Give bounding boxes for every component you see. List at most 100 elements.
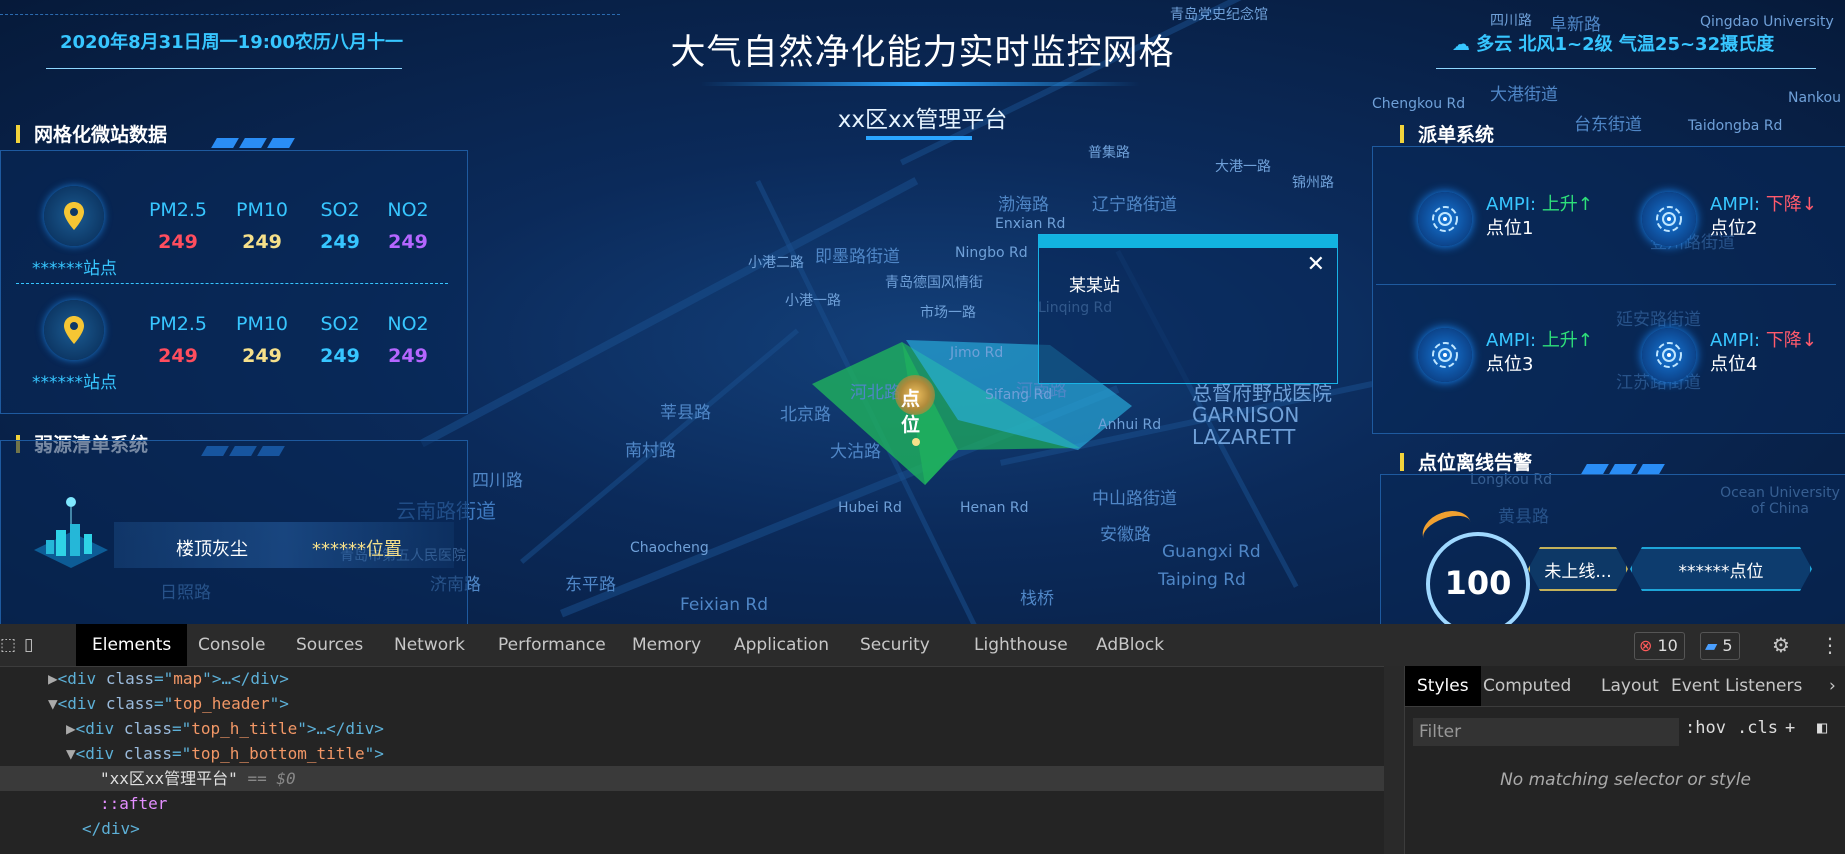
styles-tab-event-listeners[interactable]: Event Listeners — [1671, 666, 1802, 706]
metric-value: 249 — [158, 345, 198, 367]
map-place-label: 栈桥 — [1020, 589, 1054, 609]
location-pin-icon[interactable] — [44, 300, 104, 360]
map-place-label: 青岛德国风情街 — [885, 275, 983, 291]
devtools-tab-lighthouse[interactable]: Lighthouse — [974, 624, 1068, 666]
title-glow — [700, 82, 1140, 86]
weather-info: ☁ 多云 北风1~2级 气温25~32摄氏度 — [1452, 34, 1775, 55]
styles-tab-styles[interactable]: Styles — [1405, 666, 1481, 706]
devtools-tab-performance[interactable]: Performance — [498, 624, 606, 666]
devtools-tab-adblock[interactable]: AdBlock — [1096, 624, 1164, 666]
map-place-label: 大港一路 — [1215, 159, 1271, 175]
map-place-label: Henan Rd — [960, 500, 1029, 516]
metric-label: PM2.5 — [148, 199, 208, 221]
building-icon — [34, 497, 108, 568]
map-place-label: Feixian Rd — [680, 595, 769, 615]
dom-node[interactable]: ▼<div class="top_h_bottom_title"> — [0, 741, 1384, 766]
metric-label: PM2.5 — [148, 313, 208, 335]
radar-icon[interactable] — [1642, 192, 1696, 246]
styles-tab-layout[interactable]: Layout — [1601, 666, 1659, 706]
styles-pane: Styles Computed Layout Event Listeners › Fi… — [1404, 666, 1845, 854]
map-place-label: 总督府野战医院 GARNISON LAZARETT — [1192, 381, 1332, 449]
section-title-station-data: 网格化微站数据 — [16, 120, 167, 147]
devtools-tab-sources[interactable]: Sources — [296, 624, 363, 666]
map-place-label: 河北路 — [850, 383, 901, 403]
point-name: 点位2 — [1710, 218, 1758, 239]
dispatch-item[interactable]: AMPI: 上升↑ 点位1 — [1486, 193, 1593, 241]
ampi-trend: 上升↑ — [1541, 330, 1593, 351]
cls-toggle[interactable]: .cls — [1737, 718, 1778, 738]
elements-scrollbar[interactable] — [1384, 666, 1404, 854]
add-rule-icon[interactable]: + — [1785, 718, 1795, 738]
dispatch-item[interactable]: AMPI: 下降↓ 点位2 — [1710, 193, 1817, 241]
offline-position-badge[interactable]: ******点位 — [1630, 547, 1812, 591]
error-count-badge[interactable]: ⊗ 10 — [1634, 632, 1685, 660]
ampi-trend: 下降↓ — [1765, 194, 1817, 215]
map-place-label: Enxian Rd — [995, 216, 1066, 232]
metric-value: 249 — [388, 231, 428, 253]
hov-toggle[interactable]: :hov — [1685, 718, 1726, 738]
location-pin-icon[interactable] — [44, 186, 104, 246]
sidebar-toggle-icon[interactable]: ◧ — [1817, 718, 1827, 738]
map-place-label: Taiping Rd — [1158, 570, 1246, 590]
radar-icon[interactable] — [1418, 192, 1472, 246]
map-place-label: Jimo Rd — [950, 345, 1004, 361]
point-name: 点位1 — [1486, 218, 1534, 239]
more-tabs-icon[interactable]: › — [1829, 666, 1836, 706]
devtools-panel: ⬚ ▯ Elements Console Sources Network Perform… — [0, 624, 1845, 854]
radar-icon[interactable] — [1642, 328, 1696, 382]
map-place-label: 中山路街道 — [1092, 489, 1177, 509]
styles-tab-computed[interactable]: Computed — [1483, 666, 1571, 706]
metric-value: 249 — [388, 345, 428, 367]
subtitle-underline — [866, 136, 972, 140]
dom-node[interactable]: ▶<div class="map">…</div> — [0, 666, 1384, 691]
metric-label: PM10 — [235, 313, 289, 335]
map-place-label: 青岛党史纪念馆 — [1170, 7, 1268, 23]
point-name: 点位4 — [1710, 354, 1758, 375]
message-count-badge[interactable]: ▰ 5 — [1700, 632, 1740, 660]
radar-icon[interactable] — [1418, 328, 1472, 382]
dom-node[interactable]: ▶<div class="top_h_title">…</div> — [0, 716, 1384, 741]
metric-label: NO2 — [387, 199, 429, 221]
devtools-tab-application[interactable]: Application — [734, 624, 829, 666]
devtools-tab-memory[interactable]: Memory — [632, 624, 701, 666]
dispatch-item[interactable]: AMPI: 上升↑ 点位3 — [1486, 329, 1593, 377]
dust-item-name: 楼顶灰尘 — [176, 539, 248, 560]
station-name: ******站点 — [32, 259, 117, 279]
devtools-tab-network[interactable]: Network — [394, 624, 465, 666]
offline-status-badge[interactable]: 未上线... — [1528, 547, 1628, 591]
dashboard-screen: 青岛党史纪念馆 四川路 阜新路 即墨路街道 青岛德国风情街 市场一路 辽宁路街道 大港街道 台东… — [0, 0, 1845, 624]
metric-label: NO2 — [387, 313, 429, 335]
ampi-label: AMPI: — [1486, 194, 1537, 215]
dispatch-item[interactable]: AMPI: 下降↓ 点位4 — [1710, 329, 1817, 377]
device-toolbar-icon[interactable]: ▯ — [24, 624, 33, 666]
closing-tag[interactable]: </div> — [0, 816, 1384, 841]
pseudo-element[interactable]: ::after — [0, 791, 1384, 816]
gear-icon[interactable]: ⚙ — [1772, 624, 1790, 666]
map-point-dot — [912, 438, 920, 446]
selected-text-node[interactable]: "xx区xx管理平台" == $0 — [0, 766, 1384, 791]
map-place-label: Chaocheng — [630, 540, 709, 556]
metric-value: 249 — [242, 231, 282, 253]
map-place-label: Anhui Rd — [1098, 417, 1162, 433]
devtools-tab-security[interactable]: Security — [860, 624, 930, 666]
dom-node[interactable]: ▼<div class="top_header"> — [0, 691, 1384, 716]
map-place-label: 辽宁路街道 — [1092, 195, 1177, 215]
map-place-label: 大沽路 — [830, 442, 881, 462]
map-place-label: Hubei Rd — [838, 500, 902, 516]
dispatch-panel — [1372, 146, 1845, 434]
top-rule — [0, 14, 620, 15]
devtools-tab-console[interactable]: Console — [198, 624, 266, 666]
more-menu-icon[interactable]: ⋮ — [1820, 624, 1840, 666]
offline-count: 100 — [1444, 564, 1512, 602]
metric-value: 249 — [158, 231, 198, 253]
map-place-label: 渤海路 — [998, 195, 1049, 215]
station-popup: 某某站 ✕ — [1038, 234, 1338, 384]
station-name: ******站点 — [32, 373, 117, 393]
map-place-label: 锦州路 — [1292, 175, 1334, 191]
inspect-icon[interactable]: ⬚ — [0, 624, 16, 666]
close-icon[interactable]: ✕ — [1307, 252, 1325, 277]
devtools-tab-elements[interactable]: Elements — [76, 624, 188, 666]
map-place-label: Ningbo Rd — [955, 245, 1028, 261]
styles-filter-input[interactable]: Filter — [1413, 718, 1679, 746]
dust-item-row[interactable] — [114, 522, 454, 568]
